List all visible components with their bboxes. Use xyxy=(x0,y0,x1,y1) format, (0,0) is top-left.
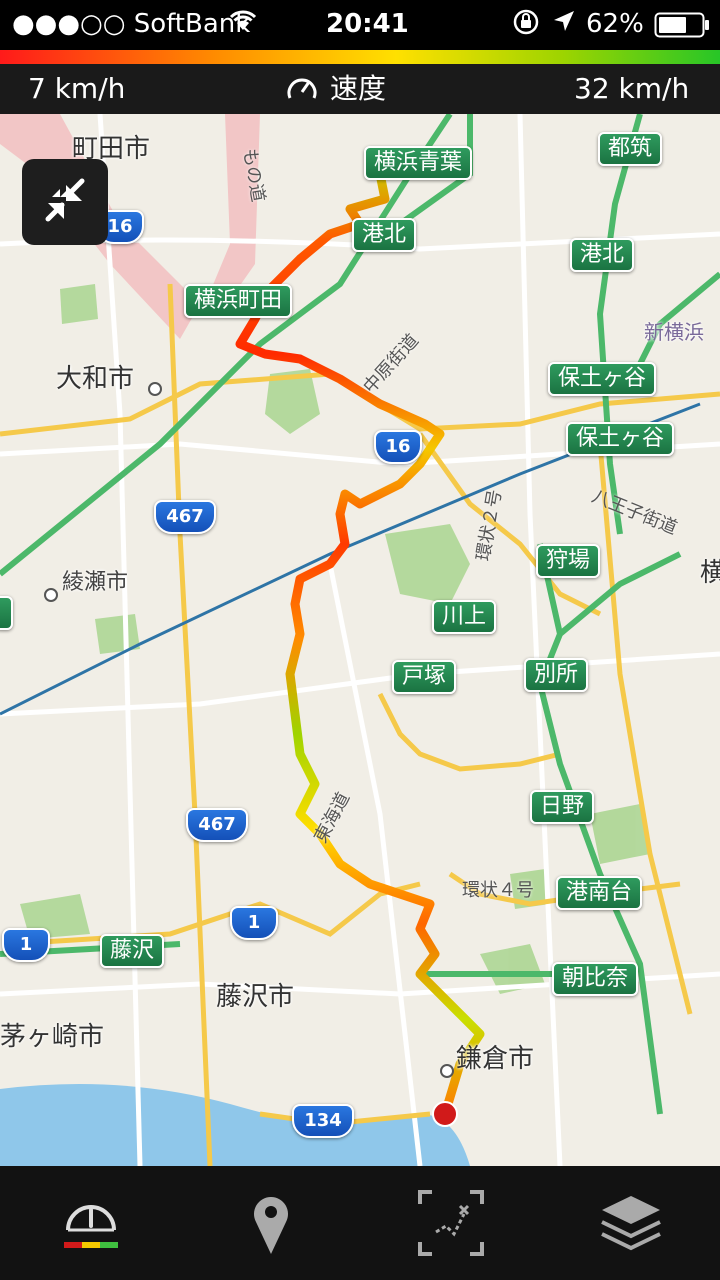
tab-speed[interactable] xyxy=(56,1188,126,1258)
battery-icon xyxy=(654,12,710,46)
city-label: 藤沢市 xyxy=(216,982,295,1012)
route-shield: 467 xyxy=(186,808,248,842)
tab-location[interactable] xyxy=(236,1188,306,1258)
city-label: 横 xyxy=(700,558,720,588)
road-sign: 保土ヶ谷 xyxy=(548,362,657,396)
road-sign: 朝比奈 xyxy=(552,962,639,996)
speedometer-icon xyxy=(64,1205,118,1248)
road-sign: 横浜青葉 xyxy=(364,146,473,180)
city-dot xyxy=(440,1064,454,1078)
road-sign: 都筑 xyxy=(598,132,663,166)
road-sign-edge xyxy=(0,596,13,630)
road-sign: 川上 xyxy=(432,600,497,634)
road-sign: 日野 xyxy=(530,790,595,824)
speedometer-icon xyxy=(286,72,318,114)
route-shield: 1 xyxy=(230,906,278,940)
speed-legend-bar: 7 km/h 速度 32 km/h xyxy=(0,64,720,114)
city-label: 大和市 xyxy=(56,364,135,394)
road-label: 環状４号 xyxy=(462,880,534,901)
wifi-icon xyxy=(228,8,258,40)
road-sign: 戸塚 xyxy=(392,660,457,694)
layers-icon xyxy=(601,1196,661,1251)
city-label: 新横浜 xyxy=(644,320,704,344)
route-shield: 16 xyxy=(374,430,422,464)
city-label: 茅ヶ崎市 xyxy=(0,1022,105,1052)
rotation-lock-icon xyxy=(512,8,540,44)
clock: 20:41 xyxy=(326,9,409,39)
road-sign: 狩場 xyxy=(536,544,601,578)
status-bar: ●●●○○ SoftBank 20:41 62% xyxy=(0,0,720,50)
location-arrow-icon xyxy=(552,8,576,42)
tab-route-select[interactable] xyxy=(416,1188,486,1258)
carrier-label: ●●●○○ SoftBank xyxy=(12,9,251,39)
min-speed-label: 7 km/h xyxy=(28,72,126,105)
map-view[interactable]: 横浜青葉 港北 都筑 港北 横浜町田 保土ヶ谷 保土ヶ谷 狩場 川上 戸塚 別所… xyxy=(0,114,720,1166)
battery-percent: 62% xyxy=(586,9,644,39)
road-sign: 港北 xyxy=(352,218,417,252)
route-end-marker xyxy=(432,1101,458,1127)
road-sign: 港南台 xyxy=(556,876,643,910)
road-sign: 別所 xyxy=(524,658,589,692)
speed-color-scale xyxy=(0,50,720,64)
city-label: 鎌倉市 xyxy=(456,1044,535,1074)
route-shield: 467 xyxy=(154,500,216,534)
city-label: 綾瀬市 xyxy=(62,570,129,595)
collapse-map-button[interactable] xyxy=(22,159,108,245)
road-sign: 藤沢 xyxy=(100,934,165,968)
route-select-icon xyxy=(418,1190,484,1256)
collapse-arrows-icon xyxy=(45,178,85,222)
route-shield: 1 xyxy=(2,928,50,962)
city-dot xyxy=(44,588,58,602)
tab-bar xyxy=(0,1166,720,1280)
route-shield: 134 xyxy=(292,1104,354,1138)
tab-layers[interactable] xyxy=(596,1188,666,1258)
city-dot xyxy=(148,382,162,396)
max-speed-label: 32 km/h xyxy=(574,72,690,105)
location-pin-icon xyxy=(254,1197,288,1254)
road-sign: 保土ヶ谷 xyxy=(566,422,675,456)
road-sign: 横浜町田 xyxy=(184,284,293,318)
road-sign: 港北 xyxy=(570,238,635,272)
speed-label: 速度 xyxy=(330,72,387,105)
